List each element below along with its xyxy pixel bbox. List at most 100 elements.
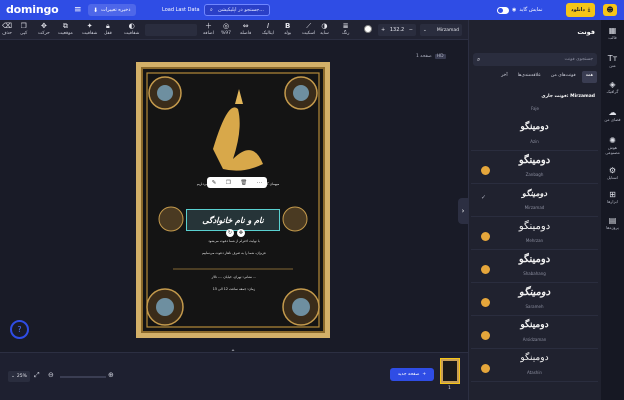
poster-address-text[interactable]: نشانی: تهران، خیابان ...، تالار ... (179, 275, 289, 279)
ai-icon: ✺ (609, 136, 616, 145)
page-number: 1 (448, 386, 451, 391)
decrease-icon[interactable]: − (409, 27, 413, 33)
tool-position[interactable]: ⧉ موقعیت (58, 22, 73, 36)
tool-shadow[interactable]: ◑ ساید (320, 22, 329, 36)
tool-delete[interactable]: ⌫ حذف (2, 22, 12, 36)
tool-effects[interactable]: ✦ شفافیت (82, 22, 97, 36)
zoom-select[interactable]: ⌄ 25% (8, 371, 30, 382)
tool-move[interactable]: ✥ حرکت (38, 22, 50, 36)
guest-name-text[interactable]: نام و نام خانوادگی (202, 215, 263, 225)
zoom-out-icon[interactable]: ⊖ (48, 371, 54, 379)
tab-recent[interactable]: آخر (497, 71, 512, 83)
text-color-swatch[interactable] (364, 25, 372, 33)
move-handle[interactable]: ✥ (237, 229, 245, 237)
trash-icon: ⌫ (2, 22, 12, 30)
font-item-mirzamad[interactable]: ✓ دومینگو Mirzamad (471, 184, 598, 217)
selected-text-box[interactable]: نام و نام خانوادگی (186, 209, 280, 231)
tool-align[interactable]: ≣ رنگ (342, 22, 349, 36)
font-item-sarameh[interactable]: دومینگو Sarameh (471, 283, 598, 316)
zoom-in-icon[interactable]: ⊕ (108, 371, 114, 379)
search-input[interactable]: ⌕ جستجو در اپلیکیشن... (204, 4, 270, 16)
sidebar-item-text[interactable]: Tт متن (601, 54, 624, 68)
poster-background: میهمان گرامی، حضور شما را در این مراسم گ… (141, 67, 325, 333)
font-item-shabahang[interactable]: دومینگو Shabahang (471, 250, 598, 283)
tool-italic[interactable]: I ایتالیک (262, 22, 274, 36)
help-icon: ? (17, 325, 22, 334)
help-button[interactable]: ? (10, 320, 29, 339)
panel-title: فونت (577, 28, 595, 36)
toggle-switch[interactable] (497, 6, 509, 14)
text-icon: Tт (607, 54, 618, 63)
sidebar-item-projects[interactable]: ▤ پروژه‌ها (601, 216, 624, 230)
percent-icon: ◎ (222, 22, 230, 30)
tool-bold[interactable]: B بولد (284, 22, 291, 36)
ornament-decoration (146, 72, 320, 328)
tab-favorites[interactable]: علاقه‌مندی‌ها (514, 71, 545, 83)
template-icon: ▦ (608, 26, 617, 35)
graphics-icon: ◈ (609, 80, 616, 89)
search-icon: ⌕ (477, 55, 481, 63)
fullscreen-icon[interactable]: ⤢ (34, 371, 40, 380)
tool-spacing[interactable]: ⇔ فاصله (240, 22, 251, 36)
font-item-zanbagh[interactable]: دومینگو Zanbagh (471, 151, 598, 184)
tool-transparency[interactable]: ◐ شفافیت (124, 22, 139, 36)
page-badge: HD (434, 54, 446, 59)
font-item-atashin[interactable]: دومینگو Atashin (471, 349, 598, 382)
move-icon: ✥ (40, 22, 47, 30)
sidebar-item-templates[interactable]: ▦ قالب (601, 26, 624, 40)
sidebar-item-style[interactable]: ⚙ استایل (601, 166, 624, 180)
menu-icon[interactable]: ≡ (74, 4, 82, 16)
spacing-icon: ⇔ (242, 22, 249, 30)
copy-icon: ❐ (20, 22, 27, 30)
more-icon[interactable]: ⋯ (257, 180, 263, 186)
search-icon: ⌕ (210, 7, 213, 13)
duplicate-icon[interactable]: ❐ (226, 180, 231, 186)
eye-icon: ◉ (512, 7, 517, 13)
font-item-arsidzaman[interactable]: دومینگو Arsidzaman (471, 316, 598, 349)
font-search-input[interactable]: ⌕ جستجوی فونت (473, 53, 597, 66)
tool-copy[interactable]: ❐ کپی (20, 22, 27, 36)
poster-time-text[interactable]: زمان: جمعه ساعت 12 الی 15 (179, 287, 289, 291)
zoom-slider[interactable] (60, 376, 106, 378)
sidebar-item-graphics[interactable]: ◈ گرافیک (601, 80, 624, 94)
style-icon: ⚙ (608, 166, 617, 175)
download-button[interactable]: دانلود ⤓ (566, 3, 596, 17)
guide-toggle[interactable]: ◉ نمایش گاید (492, 4, 547, 16)
download-icon: ⤓ (587, 7, 591, 13)
edit-icon[interactable]: ✎ (212, 180, 217, 186)
expand-panel-button[interactable]: › (458, 198, 468, 224)
app-logo: domingo (6, 3, 59, 16)
rotate-handle[interactable]: ↻ (226, 229, 234, 237)
save-changes-button[interactable]: ⬇ ذخیره تغییرات (88, 4, 136, 16)
toolbar-blank-field[interactable] (145, 24, 197, 36)
increase-icon[interactable]: + (381, 27, 385, 33)
delete-icon[interactable]: 🗑︎ (240, 180, 247, 186)
font-item-azin[interactable]: دومینگو Azin (471, 118, 598, 151)
plus-icon: ＋ (205, 22, 212, 30)
chevron-up-icon: ⌃ (230, 349, 236, 356)
sidebar-item-my-space[interactable]: ☁ فضای من (601, 108, 624, 122)
tab-my-fonts[interactable]: فونت‌های من (547, 71, 580, 83)
tab-all[interactable]: همه (581, 71, 597, 83)
page-label: صفحه 1 HD (416, 54, 446, 59)
lock-icon: 🔒︎ (106, 22, 110, 30)
page-thumbnail[interactable] (440, 358, 460, 384)
shadow-icon: ◑ (321, 22, 328, 30)
tool-lock[interactable]: 🔒︎ قفل (104, 22, 112, 36)
sidebar-item-tools[interactable]: ⊞ ابزارها (601, 190, 624, 204)
font-item-mehrzan[interactable]: دومینگو Mehrzan (471, 217, 598, 250)
plus-icon: + (422, 372, 427, 377)
poster-design[interactable]: میهمان گرامی، حضور شما را در این مراسم گ… (136, 62, 330, 338)
design-title[interactable]: Load Last Data (157, 4, 205, 16)
tool-extra[interactable]: ＋ اضافه (203, 22, 214, 36)
tool-skew[interactable]: ⟋ اسکیت (302, 22, 315, 36)
collapse-handle[interactable]: ⌃ (228, 349, 238, 356)
poster-lunch-text[interactable]: عزیزان، شما را به صرف ناهار دعوت می‌نمای… (179, 251, 289, 255)
add-page-button[interactable]: صفحه جدید + (390, 368, 434, 381)
poster-invite-text[interactable]: با نهایت احترام از شما دعوت می‌شود (179, 239, 289, 243)
user-icon[interactable]: ☻ (603, 4, 617, 16)
font-size-input[interactable]: + 132.2 − (378, 24, 416, 36)
tool-percent[interactable]: ◎ %97 (221, 22, 231, 36)
sidebar-item-ai[interactable]: ✺ هوش مصنوعی (601, 136, 624, 155)
font-family-select[interactable]: ⌄ Mirzamad (420, 24, 462, 36)
